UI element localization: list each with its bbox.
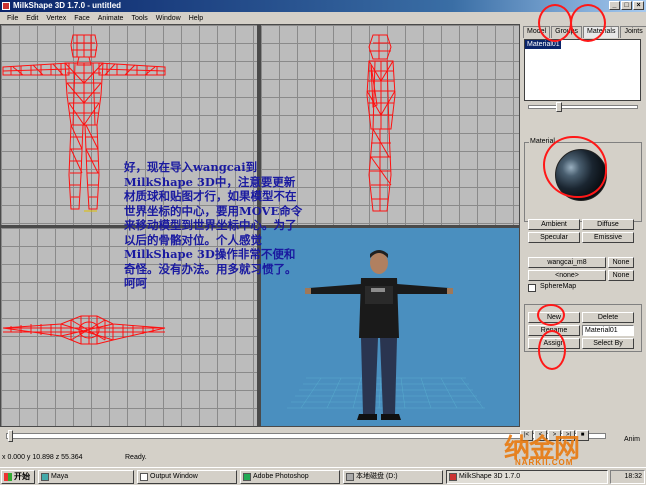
viewport-area: 好，现在导入wangcai到MilkShape 3D中，注意要更新材质球和贴图才… bbox=[0, 24, 520, 427]
title-bar: MilkShape 3D 1.7.0 - untitled _ □ × bbox=[0, 0, 646, 12]
diffuse-button[interactable]: Diffuse bbox=[582, 219, 634, 230]
window-title: MilkShape 3D 1.7.0 - untitled bbox=[13, 1, 122, 10]
taskbar-item-label: MilkShape 3D 1.7.0 bbox=[459, 473, 521, 480]
specular-button[interactable]: Specular bbox=[528, 232, 580, 243]
narkii-watermark-url: NARKII.COM bbox=[515, 458, 574, 467]
taskbar-item-local-disk[interactable]: 本地磁盘 (D:) bbox=[343, 470, 443, 484]
taskbar-item-label: Adobe Photoshop bbox=[253, 473, 309, 480]
status-message: Ready. bbox=[125, 453, 147, 461]
menu-animate[interactable]: Animate bbox=[94, 15, 128, 22]
taskbar-item-maya[interactable]: Maya bbox=[38, 470, 134, 484]
delete-material-button[interactable]: Delete bbox=[582, 312, 634, 323]
menu-file[interactable]: File bbox=[3, 15, 22, 22]
maya-icon bbox=[41, 473, 49, 481]
ambient-button[interactable]: Ambient bbox=[528, 219, 580, 230]
alpha-texture-button[interactable]: <none> bbox=[528, 270, 606, 281]
spheremap-checkbox[interactable] bbox=[528, 284, 536, 292]
emissive-button[interactable]: Emissive bbox=[582, 232, 634, 243]
taskbar-item-photoshop[interactable]: Adobe Photoshop bbox=[240, 470, 340, 484]
timeline-thumb[interactable] bbox=[8, 430, 13, 442]
taskbar-item-output[interactable]: Output Window bbox=[137, 470, 237, 484]
assign-material-button[interactable]: Assign bbox=[528, 338, 580, 349]
taskbar-item-milkshape[interactable]: MilkShape 3D 1.7.0 bbox=[446, 470, 608, 484]
menu-vertex[interactable]: Vertex bbox=[42, 15, 70, 22]
output-window-icon bbox=[140, 473, 148, 481]
maximize-button[interactable]: □ bbox=[621, 1, 632, 10]
system-tray-clock: 18:32 bbox=[610, 470, 645, 484]
menu-tools[interactable]: Tools bbox=[127, 15, 151, 22]
photoshop-icon bbox=[243, 473, 251, 481]
rename-material-button[interactable]: Rename bbox=[528, 325, 580, 336]
tab-groups[interactable]: Groups bbox=[551, 26, 583, 38]
milkshape-icon bbox=[449, 473, 457, 481]
close-button[interactable]: × bbox=[633, 1, 644, 10]
material-group-label: Material bbox=[529, 138, 556, 145]
taskbar-item-label: Maya bbox=[51, 473, 69, 480]
material-name-field[interactable]: Material01 bbox=[582, 325, 634, 336]
taskbar-item-label: Output Window bbox=[150, 473, 198, 480]
material-list-item[interactable]: Material01 bbox=[525, 40, 561, 49]
new-material-button[interactable]: New bbox=[528, 312, 580, 323]
material-listbox[interactable]: Material01 bbox=[524, 39, 641, 101]
menu-help[interactable]: Help bbox=[185, 15, 207, 22]
transparency-slider-track[interactable] bbox=[528, 105, 638, 109]
texture-button[interactable]: wangcai_m8 bbox=[528, 257, 606, 268]
menu-edit[interactable]: Edit bbox=[22, 15, 42, 22]
material-panel: Model Groups Materials Joints Material01… bbox=[520, 24, 646, 427]
spheremap-label: SphereMap bbox=[540, 283, 577, 290]
texture-none-button[interactable]: None bbox=[608, 257, 634, 268]
material-sphere-preview bbox=[555, 149, 607, 201]
transparency-slider-thumb[interactable] bbox=[556, 102, 562, 112]
select-by-material-button[interactable]: Select By bbox=[582, 338, 634, 349]
start-label: 开始 bbox=[14, 472, 30, 481]
start-button[interactable]: 开始 bbox=[1, 470, 35, 484]
disk-icon bbox=[346, 473, 354, 481]
taskbar-item-label: 本地磁盘 (D:) bbox=[356, 473, 398, 480]
windows-logo-icon bbox=[4, 473, 12, 481]
status-coordinates: x 0.000 y 10.898 z 55.364 bbox=[2, 453, 83, 461]
milkshape-app-icon bbox=[2, 2, 10, 10]
tab-materials[interactable]: Materials bbox=[583, 26, 620, 38]
tab-joints[interactable]: Joints bbox=[620, 26, 646, 38]
menu-window[interactable]: Window bbox=[152, 15, 185, 22]
anim-label[interactable]: Anim bbox=[624, 436, 640, 443]
tutorial-overlay-text: 好，现在导入wangcai到MilkShape 3D中，注意要更新材质球和贴图才… bbox=[124, 160, 303, 290]
minimize-button[interactable]: _ bbox=[609, 1, 620, 10]
menu-face[interactable]: Face bbox=[70, 15, 94, 22]
menu-bar: File Edit Vertex Face Animate Tools Wind… bbox=[0, 12, 646, 24]
material-preview-group: Material bbox=[524, 138, 642, 222]
alpha-none-button[interactable]: None bbox=[608, 270, 634, 281]
windows-taskbar: 开始 Maya Output Window Adobe Photoshop 本地… bbox=[0, 467, 646, 485]
tab-model[interactable]: Model bbox=[523, 26, 551, 38]
